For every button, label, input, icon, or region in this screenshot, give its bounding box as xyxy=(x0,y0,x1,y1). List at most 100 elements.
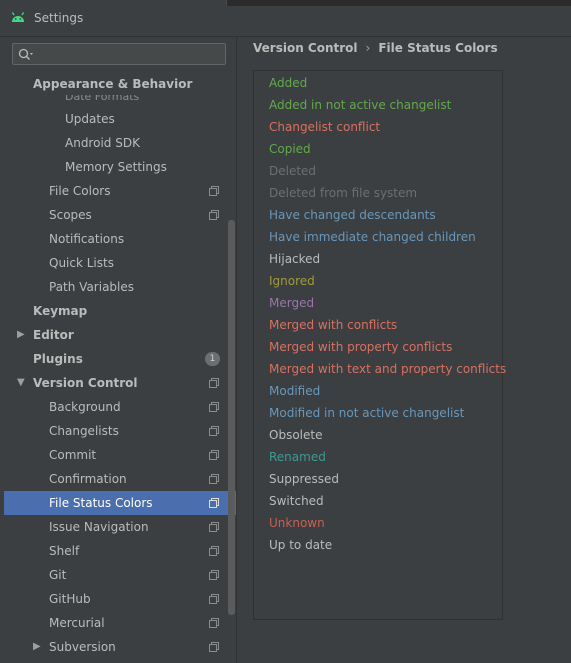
title-bar: Settings xyxy=(0,0,571,37)
main-panel: Version Control › File Status Colors Added… xyxy=(237,37,571,663)
sidebar-item-label: Shelf xyxy=(49,544,80,558)
project-scope-icon xyxy=(209,570,219,580)
file-status-item[interactable]: Added in not active changelist xyxy=(269,94,451,116)
sidebar-item-label: Subversion xyxy=(49,640,116,654)
search-box[interactable] xyxy=(12,43,226,65)
sidebar-item-plugins[interactable]: Plugins 1 xyxy=(4,347,236,371)
breadcrumb: Version Control › File Status Colors xyxy=(253,41,498,55)
sidebar-item-label: Plugins xyxy=(33,352,83,366)
sidebar-item-label: Mercurial xyxy=(49,616,105,630)
sticky-header-label: Appearance & Behavior xyxy=(33,77,193,91)
breadcrumb-parent[interactable]: Version Control xyxy=(253,41,358,55)
sidebar-item-memory-settings[interactable]: Memory Settings xyxy=(4,155,236,179)
sidebar-item-label: Git xyxy=(49,568,67,582)
sidebar-item-commit[interactable]: Commit xyxy=(4,443,236,467)
sidebar-item-editor[interactable]: ▶ Editor xyxy=(4,323,236,347)
file-status-item[interactable]: Have immediate changed children xyxy=(269,226,476,248)
background-window-edge xyxy=(226,0,571,6)
sidebar-item-label: GitHub xyxy=(49,592,91,606)
android-icon xyxy=(11,12,25,22)
file-status-item[interactable]: Unknown xyxy=(269,512,325,534)
sidebar-item-changelists[interactable]: Changelists xyxy=(4,419,236,443)
sidebar-item-quick-lists[interactable]: Quick Lists xyxy=(4,251,236,275)
sidebar-item-updates[interactable]: Updates xyxy=(4,107,236,131)
sidebar-item-github[interactable]: GitHub xyxy=(4,587,236,611)
chevron-down-icon[interactable]: ▼ xyxy=(17,371,29,395)
file-status-item[interactable]: Ignored xyxy=(269,270,315,292)
settings-sidebar: Appearance & Behavior Date Formats Updat… xyxy=(0,37,237,663)
sidebar-item-confirmation[interactable]: Confirmation xyxy=(4,467,236,491)
settings-tree: Updates Android SDK Memory Settings File Co… xyxy=(0,73,236,663)
file-status-item[interactable]: Hijacked xyxy=(269,248,320,270)
project-scope-icon xyxy=(209,402,219,412)
sidebar-item-label: Memory Settings xyxy=(65,160,167,174)
file-status-item[interactable]: Merged xyxy=(269,292,314,314)
sidebar-item-label: Keymap xyxy=(33,304,88,318)
sidebar-item-label: Background xyxy=(49,400,121,414)
project-scope-icon xyxy=(209,378,219,388)
project-scope-icon xyxy=(209,642,219,652)
breadcrumb-current: File Status Colors xyxy=(378,41,498,55)
file-status-item[interactable]: Up to date xyxy=(269,534,332,556)
file-status-item[interactable]: Modified xyxy=(269,380,320,402)
breadcrumb-separator: › xyxy=(365,41,371,55)
file-status-item[interactable]: Deleted xyxy=(269,160,316,182)
sidebar-item-label: File Colors xyxy=(49,184,111,198)
project-scope-icon xyxy=(209,546,219,556)
file-status-item[interactable]: Merged with text and property conflicts xyxy=(269,358,506,380)
window-title: Settings xyxy=(34,11,84,25)
sidebar-item-git[interactable]: Git xyxy=(4,563,236,587)
sidebar-item-label: Issue Navigation xyxy=(49,520,149,534)
update-count-badge: 1 xyxy=(205,352,220,366)
sidebar-item-scopes[interactable]: Scopes xyxy=(4,203,236,227)
file-status-item[interactable]: Modified in not active changelist xyxy=(269,402,464,424)
sidebar-item-issue-navigation[interactable]: Issue Navigation xyxy=(4,515,236,539)
sidebar-item-label: File Status Colors xyxy=(49,496,153,510)
file-status-item[interactable]: Merged with conflicts xyxy=(269,314,397,336)
sidebar-item-keymap[interactable]: Keymap xyxy=(4,299,236,323)
file-status-item[interactable]: Copied xyxy=(269,138,311,160)
sidebar-item-label: Android SDK xyxy=(65,136,140,150)
file-status-item[interactable]: Deleted from file system xyxy=(269,182,417,204)
scrollbar-thumb[interactable] xyxy=(228,220,235,615)
sidebar-scrollbar[interactable] xyxy=(228,220,235,615)
project-scope-icon xyxy=(209,450,219,460)
file-status-item[interactable]: Suppressed xyxy=(269,468,339,490)
sidebar-item-label: Version Control xyxy=(33,376,138,390)
sidebar-item-shelf[interactable]: Shelf xyxy=(4,539,236,563)
search-input[interactable] xyxy=(39,45,223,65)
project-scope-icon xyxy=(209,210,219,220)
file-status-item[interactable]: Merged with property conflicts xyxy=(269,336,452,358)
sidebar-item-file-colors[interactable]: File Colors xyxy=(4,179,236,203)
sidebar-item-android-sdk[interactable]: Android SDK xyxy=(4,131,236,155)
chevron-right-icon[interactable]: ▶ xyxy=(33,635,45,659)
sidebar-item-label: Commit xyxy=(49,448,97,462)
project-scope-icon xyxy=(209,474,219,484)
sidebar-item-label: Editor xyxy=(33,328,74,342)
file-status-item[interactable]: Switched xyxy=(269,490,324,512)
project-scope-icon xyxy=(209,186,219,196)
file-status-item[interactable]: Have changed descendants xyxy=(269,204,436,226)
file-status-item[interactable]: Changelist conflict xyxy=(269,116,380,138)
sidebar-item-subversion[interactable]: ▶ Subversion xyxy=(4,635,236,659)
sticky-section-header[interactable]: Appearance & Behavior xyxy=(0,73,236,95)
project-scope-icon xyxy=(209,594,219,604)
project-scope-icon xyxy=(209,522,219,532)
chevron-right-icon[interactable]: ▶ xyxy=(17,323,29,347)
file-status-item[interactable]: Added xyxy=(269,72,307,94)
sidebar-item-version-control[interactable]: ▼ Version Control xyxy=(4,371,236,395)
file-status-item[interactable]: Obsolete xyxy=(269,424,322,446)
search-icon xyxy=(18,48,33,60)
sidebar-item-label: Updates xyxy=(65,112,115,126)
sidebar-item-label: Notifications xyxy=(49,232,125,246)
sidebar-item-file-status-colors[interactable]: File Status Colors xyxy=(4,491,236,515)
file-status-item[interactable]: Renamed xyxy=(269,446,326,468)
sidebar-item-path-variables[interactable]: Path Variables xyxy=(4,275,236,299)
sidebar-item-label: Confirmation xyxy=(49,472,127,486)
sidebar-item-label: Changelists xyxy=(49,424,119,438)
sidebar-item-notifications[interactable]: Notifications xyxy=(4,227,236,251)
sidebar-item-mercurial[interactable]: Mercurial xyxy=(4,611,236,635)
project-scope-icon xyxy=(209,426,219,436)
sidebar-item-label: Quick Lists xyxy=(49,256,114,270)
sidebar-item-background[interactable]: Background xyxy=(4,395,236,419)
